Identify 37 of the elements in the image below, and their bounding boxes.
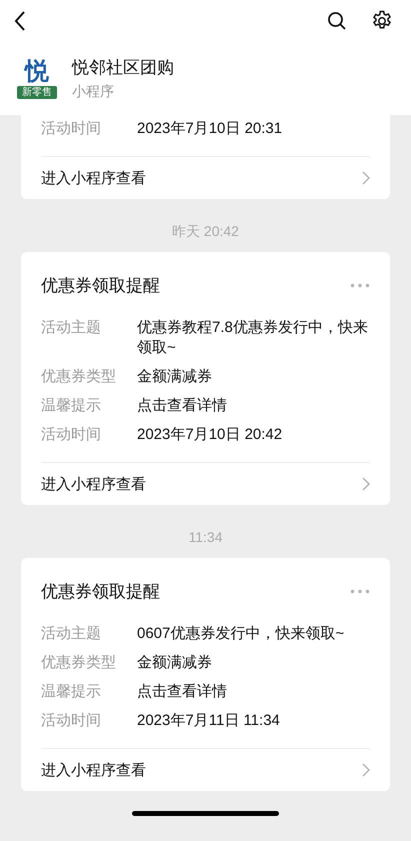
app-type: 小程序 [72, 83, 115, 101]
logo-banner: 新零售 [17, 86, 57, 98]
field-label: 温馨提示 [41, 396, 102, 416]
open-mini-program-link[interactable]: 进入小程序查看 [41, 749, 370, 791]
app-name: 悦邻社区团购 [72, 57, 174, 79]
field-value: 优惠券教程7.8优惠券发行中，快来领取~ [137, 318, 369, 358]
card-title: 优惠券领取提醒 [41, 580, 160, 602]
chevron-right-icon [362, 763, 370, 777]
field-value: 2023年7月11日 11:34 [137, 711, 280, 731]
timestamp: 昨天 20:42 [172, 223, 239, 239]
field-value: 点击查看详情 [137, 396, 227, 416]
field-value: 2023年7月10日 20:42 [137, 425, 282, 445]
open-mini-program-link[interactable]: 进入小程序查看 [41, 157, 370, 199]
field-label: 温馨提示 [41, 682, 102, 702]
field-label: 活动时间 [41, 119, 102, 139]
field-label: 活动时间 [41, 425, 102, 445]
chevron-right-icon [362, 171, 370, 185]
message-card[interactable]: 活动时间 2023年7月10日 20:31 进入小程序查看 [21, 115, 390, 199]
field-label: 活动主题 [41, 624, 102, 644]
message-card[interactable]: 优惠券领取提醒 活动主题 0607优惠券发行中，快来领取~ 优惠券类型 金额满减券 温馨提示 点击查看详情 活动时间 2023年7月11日 11:34 进入小程序查看 [21, 558, 390, 791]
open-mini-program-link[interactable]: 进入小程序查看 [41, 463, 370, 505]
chevron-right-icon [362, 477, 370, 491]
card-title: 优惠券领取提醒 [41, 274, 160, 296]
back-icon[interactable] [14, 11, 26, 31]
field-value: 2023年7月10日 20:31 [137, 119, 282, 139]
field-label: 优惠券类型 [41, 653, 117, 673]
field-label: 活动主题 [41, 318, 102, 338]
field-value: 金额满减券 [137, 367, 212, 387]
field-label: 活动时间 [41, 711, 102, 731]
field-value: 点击查看详情 [137, 682, 227, 702]
search-icon[interactable] [327, 11, 347, 31]
timestamp: 11:34 [188, 529, 222, 545]
field-label: 优惠券类型 [41, 367, 117, 387]
logo-mark: 悦 [25, 58, 49, 86]
field-value: 金额满减券 [137, 653, 212, 673]
field-value: 0607优惠券发行中，快来领取~ [137, 624, 344, 644]
message-card[interactable]: 优惠券领取提醒 活动主题 优惠券教程7.8优惠券发行中，快来领取~ 优惠券类型 金额满减券 温馨提示 点击查看详情 活动时间 2023年7月10日 20:42 进入小程序查看 [21, 252, 390, 505]
